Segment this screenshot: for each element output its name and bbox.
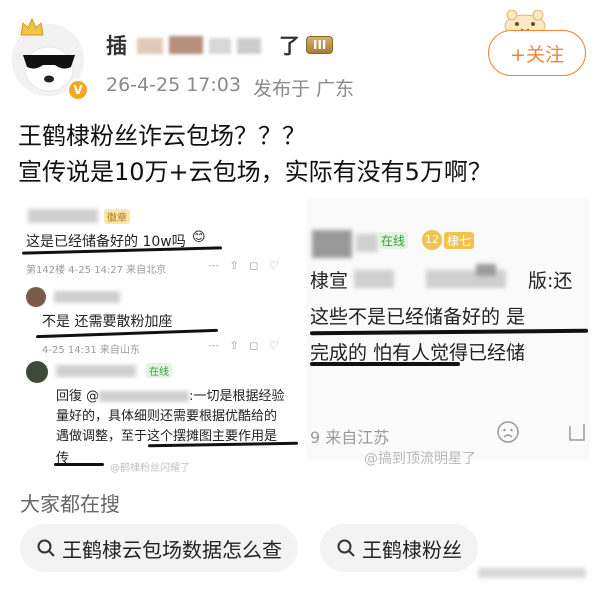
search-chip-label: 王鹤棣云包场数据怎么查 — [62, 537, 282, 562]
comment3-line2: 量好的，具体细则还需要根据优酷给的 — [56, 409, 278, 424]
comment2-meta: 4-25 14:31 来自山东 — [42, 345, 140, 356]
search-chip-label: 王鹤棣粉丝 — [362, 537, 462, 562]
commenter-avatar — [26, 287, 46, 307]
sad-face-icon[interactable] — [496, 420, 520, 444]
comment1-tag: 徽章 — [104, 209, 130, 224]
crown-icon — [20, 17, 44, 36]
username-blurred — [133, 34, 273, 56]
commenter-avatar — [26, 361, 48, 383]
share-icon[interactable] — [568, 420, 590, 444]
comment3-line3: 遇做调整，至于这个摆摊图主要作用是 — [56, 429, 278, 444]
post-location: 发布于 广东 — [252, 78, 354, 100]
search-icon — [37, 539, 55, 557]
follow-button[interactable]: +关注 — [488, 30, 586, 76]
underline-mark — [54, 463, 104, 466]
level-badge: III — [306, 36, 334, 54]
embedded-screenshot-right[interactable]: 在线 12 棣七 棣宣 版:还 这些不是已经储备好的 是 完成的 怕有人觉得已经… — [306, 198, 590, 460]
blurred-footer — [478, 568, 586, 578]
comment-icons-row: ⋯ ⇧ ◻ ♡ — [208, 259, 279, 272]
search-chip[interactable]: 王鹤棣粉丝 — [320, 524, 478, 572]
post-timestamp: 26-4-25 17:03 — [106, 74, 241, 96]
search-section-title: 大家都在搜 — [20, 492, 120, 516]
online-tag: 在线 — [146, 363, 172, 378]
underline-mark — [310, 362, 460, 366]
comment2-text: 不是 还需要散粉加座 — [42, 314, 173, 330]
title-tag: 棣七 — [444, 232, 475, 249]
avatar[interactable]: V — [12, 17, 89, 101]
inner-watermark: @鹤棣粉丝闪耀了 — [110, 463, 190, 474]
verified-icon: V — [67, 79, 89, 101]
reply-line3: 完成的 怕有人觉得已经储 — [310, 342, 526, 364]
username-tail: 了 — [279, 34, 300, 58]
reply-meta: 9 来自江苏 — [310, 428, 390, 447]
comment-icons-row: ⋯ ⇧ ◻ ♡ — [208, 339, 279, 352]
post-line-1: 王鹤棣粉丝诈云包场？？？ — [18, 122, 306, 150]
reply-line2: 这些不是已经储备好的 是 — [310, 306, 526, 328]
search-icon — [337, 539, 355, 557]
embedded-screenshot-left[interactable]: 徽章 这是已经储备好的 10w吗 😊 第142楼 4-25 14:27 来自北京… — [20, 205, 302, 475]
post-content: 王鹤棣粉丝诈云包场？？？ 宣传说是10万+云包场，实际有没有5万啊？ — [18, 118, 588, 190]
comment1-meta: 第142楼 4-25 14:27 来自北京 — [26, 265, 167, 276]
comment3-line1: 回復 @:一切是根据经验 — [56, 389, 285, 404]
online-tag: 在线 — [378, 232, 409, 249]
level-tag: 12 — [422, 230, 442, 250]
reply-line1-head: 棣宣 — [310, 270, 349, 292]
image-watermark: @搞到顶流明星了 — [364, 451, 476, 467]
username[interactable]: 插 — [106, 30, 127, 60]
underline-mark — [309, 328, 589, 336]
post-line-2: 宣传说是10万+云包场，实际有没有5万啊？ — [18, 158, 492, 186]
emoji-icon: 😊 — [192, 230, 206, 245]
search-chip[interactable]: 王鹤棣云包场数据怎么查 — [20, 524, 298, 572]
reply-line1-tail: 版:还 — [528, 270, 573, 292]
